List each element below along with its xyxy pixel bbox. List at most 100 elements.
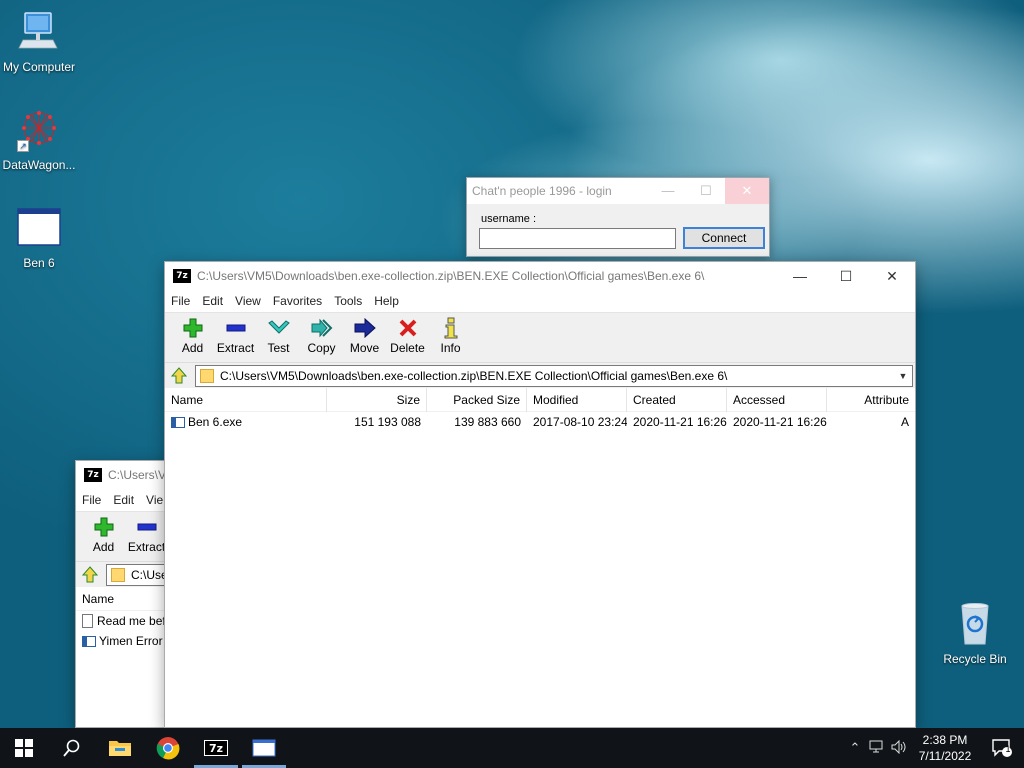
windows-logo-icon <box>15 739 33 757</box>
search-icon <box>63 739 80 757</box>
column-created[interactable]: Created <box>627 387 727 412</box>
taskbar-chrome[interactable] <box>144 728 192 768</box>
column-packed-size[interactable]: Packed Size <box>427 387 527 412</box>
check-icon <box>257 317 300 339</box>
copy-button[interactable]: Copy <box>300 313 343 355</box>
test-button[interactable]: Test <box>257 313 300 355</box>
file-accessed: 2020-11-21 16:26 <box>733 415 827 429</box>
move-label: Move <box>349 341 380 355</box>
minimize-button[interactable]: — <box>777 268 823 284</box>
close-button[interactable]: ✕ <box>869 268 915 285</box>
folder-up-icon[interactable] <box>169 366 189 386</box>
menu-view[interactable]: View <box>235 294 261 308</box>
menu-bar: File Edit View Favorites Tools Help <box>165 290 915 312</box>
move-button[interactable]: Move <box>343 313 386 355</box>
menu-favorites[interactable]: Favorites <box>273 294 322 308</box>
column-attribute[interactable]: Attribute <box>827 388 915 412</box>
menu-edit[interactable]: Edit <box>113 493 134 507</box>
volume-icon[interactable] <box>888 739 910 757</box>
file-size: 151 193 088 <box>354 415 421 429</box>
taskbar-ben6[interactable] <box>240 728 288 768</box>
7zip-window-main[interactable]: 7z C:\Users\VM5\Downloads\ben.exe-collec… <box>164 261 916 728</box>
start-button[interactable] <box>0 728 48 768</box>
folder-icon <box>200 368 214 383</box>
exe-file-icon <box>82 636 96 648</box>
menu-help[interactable]: Help <box>374 294 399 308</box>
file-created: 2020-11-21 16:26 <box>633 415 727 429</box>
clock-date: 7/11/2022 <box>918 749 972 763</box>
address-field[interactable]: C:\Use <box>106 563 172 586</box>
delete-button[interactable]: Delete <box>386 313 429 355</box>
username-input[interactable] <box>479 228 676 249</box>
info-icon <box>429 317 472 339</box>
column-modified[interactable]: Modified <box>527 387 627 412</box>
7zip-logo-icon: 7z <box>173 269 191 283</box>
address-field[interactable]: C:\Users\VM5\Downloads\ben.exe-collectio… <box>195 364 913 387</box>
chevron-up-icon[interactable]: ⌃ <box>844 740 866 756</box>
desktop-icon-ben6[interactable]: Ben 6 <box>0 206 81 270</box>
desktop-icon-label: DataWagon... <box>2 158 76 172</box>
chat-title-bar[interactable]: Chat'n people 1996 - login — ☐ ✕ <box>467 178 769 204</box>
folder-up-icon[interactable] <box>80 565 100 585</box>
menu-view[interactable]: Vie <box>146 493 163 507</box>
column-name[interactable]: Name <box>76 587 174 611</box>
window-icon <box>17 206 61 250</box>
column-size[interactable]: Size <box>327 387 427 412</box>
taskbar-7zip[interactable]: 7z <box>192 728 240 768</box>
exe-file-icon <box>171 417 185 429</box>
minimize-button[interactable]: — <box>649 178 687 204</box>
x-icon <box>386 317 429 339</box>
table-row[interactable]: Ben 6.exe 151 193 088 139 883 660 2017-0… <box>165 412 915 432</box>
menu-edit[interactable]: Edit <box>202 294 223 308</box>
file-name: Read me bef <box>97 613 166 628</box>
desktop-icon-my-computer[interactable]: My Computer <box>0 10 81 74</box>
extract-button[interactable]: Extract <box>214 313 257 355</box>
extract-label: Extract <box>216 341 255 355</box>
add-button[interactable]: Add <box>82 512 125 554</box>
7zip-icon: 7z <box>204 740 228 756</box>
double-arrow-icon <box>300 317 343 339</box>
7zip-logo-icon: 7z <box>84 468 102 482</box>
menu-file[interactable]: File <box>82 493 101 507</box>
minus-icon <box>214 317 257 339</box>
window-title: C:\Users\VM5\Downloads\ben.exe-collectio… <box>197 269 705 283</box>
taskbar-file-explorer[interactable] <box>96 728 144 768</box>
list-item[interactable]: Read me bef <box>76 611 174 631</box>
info-button[interactable]: Info <box>429 313 472 355</box>
arrow-right-icon <box>343 317 386 339</box>
title-bar[interactable]: 7z C:\Users\VM <box>76 461 174 489</box>
network-icon[interactable] <box>866 740 888 757</box>
recycle-bin-icon <box>953 602 997 646</box>
maximize-button[interactable]: ☐ <box>823 268 869 285</box>
extract-button[interactable]: Extract <box>125 512 168 554</box>
clock[interactable]: 2:38 PM 7/11/2022 <box>910 732 980 764</box>
molecule-icon: ↗ <box>17 108 61 152</box>
desktop-icon-datawagon[interactable]: ↗ DataWagon... <box>0 108 81 172</box>
desktop-icon-recycle-bin[interactable]: Recycle Bin <box>933 602 1017 666</box>
maximize-button[interactable]: ☐ <box>687 178 725 204</box>
search-button[interactable] <box>48 728 96 768</box>
chevron-down-icon[interactable]: ▼ <box>894 371 912 381</box>
file-name: Ben 6.exe <box>188 415 243 429</box>
add-label: Add <box>92 540 115 554</box>
menu-tools[interactable]: Tools <box>334 294 362 308</box>
file-modified: 2017-08-10 23:24 <box>533 415 627 429</box>
clock-time: 2:38 PM <box>922 733 968 747</box>
column-accessed[interactable]: Accessed <box>727 387 827 412</box>
add-button[interactable]: Add <box>171 313 214 355</box>
ben6-icon <box>252 739 276 757</box>
column-name[interactable]: Name <box>165 387 327 412</box>
action-center-button[interactable]: 1 <box>980 728 1024 768</box>
title-bar[interactable]: 7z C:\Users\VM5\Downloads\ben.exe-collec… <box>165 262 915 290</box>
connect-button[interactable]: Connect <box>683 227 765 249</box>
menu-bar: File Edit Vie <box>76 489 174 511</box>
list-item[interactable]: Yimen Error <box>76 631 174 651</box>
close-button[interactable]: ✕ <box>725 178 769 204</box>
chat-login-window[interactable]: Chat'n people 1996 - login — ☐ ✕ usernam… <box>466 177 770 257</box>
7zip-window-back[interactable]: 7z C:\Users\VM File Edit Vie Add Extract… <box>75 460 175 728</box>
chrome-icon <box>156 737 180 760</box>
menu-file[interactable]: File <box>171 294 190 308</box>
desktop-icon-label: Ben 6 <box>23 256 55 270</box>
desktop-icon-label: Recycle Bin <box>943 652 1007 666</box>
file-explorer-icon <box>109 741 131 756</box>
